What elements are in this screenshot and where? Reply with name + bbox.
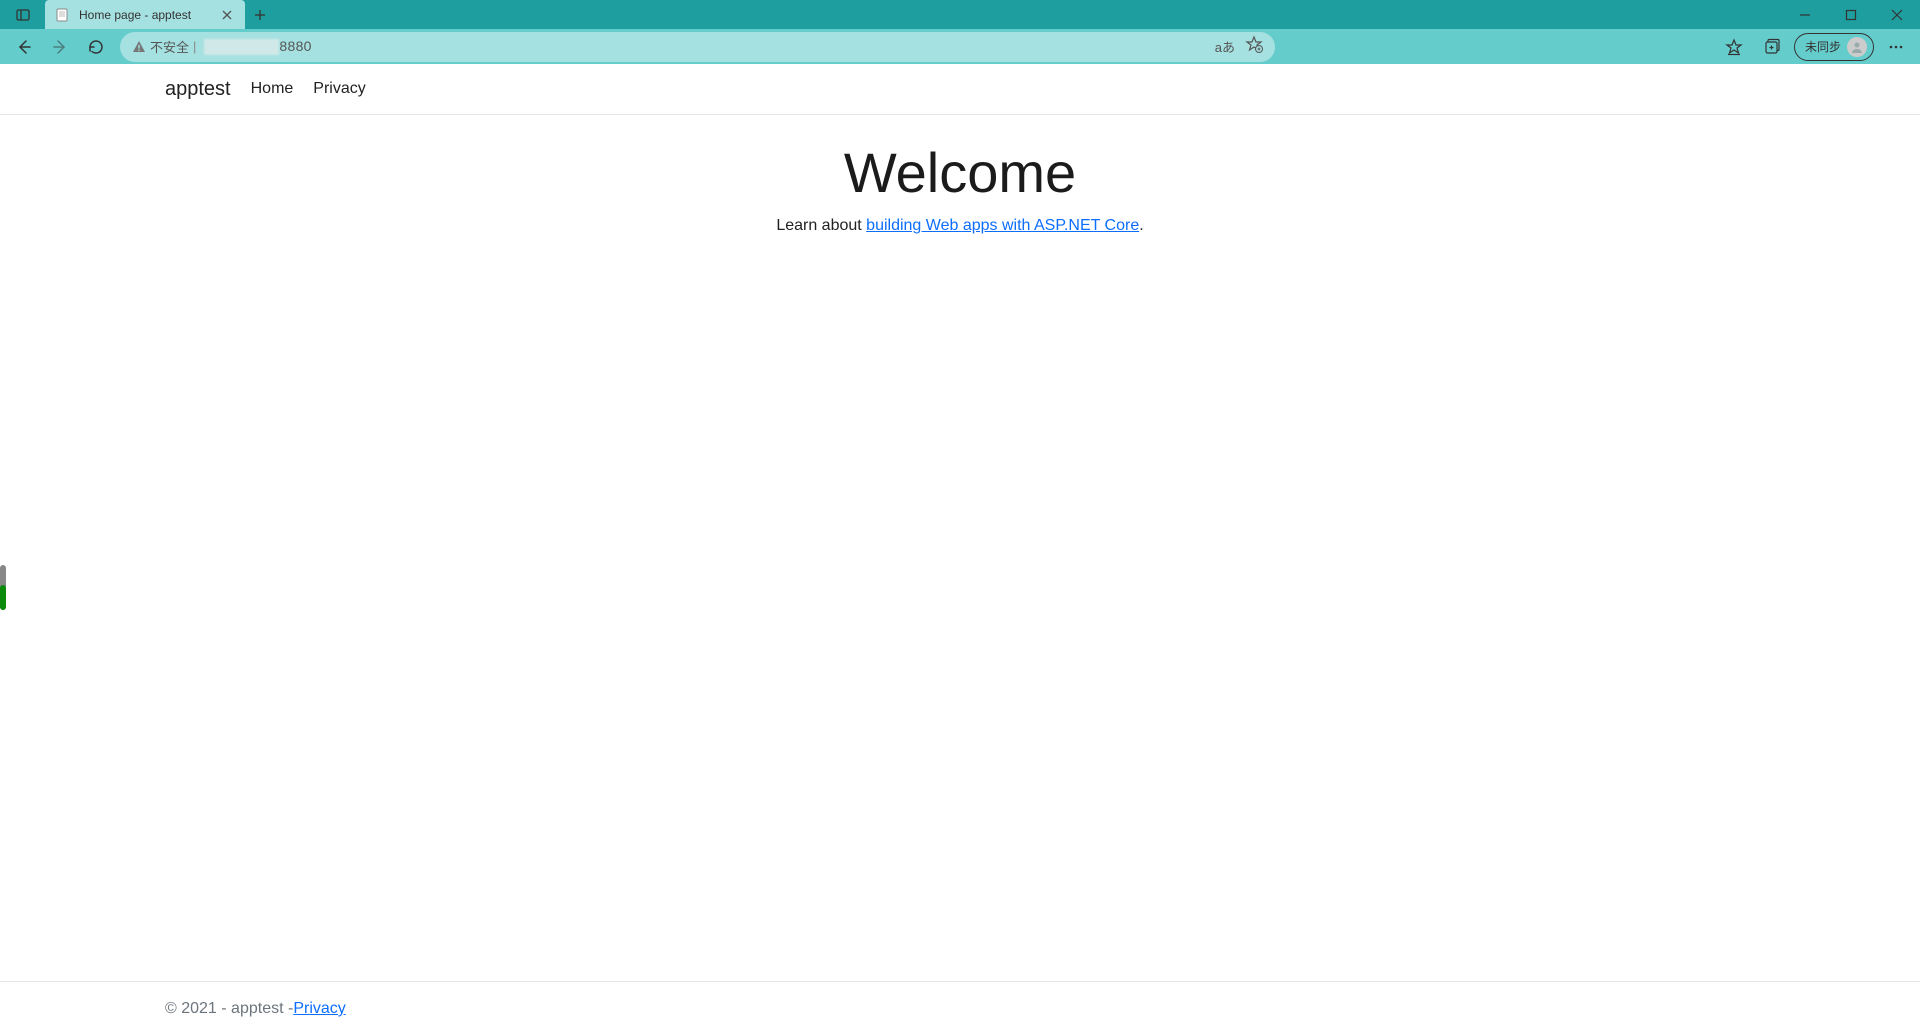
security-label: 不安全 [150, 37, 189, 56]
new-tab-button[interactable] [245, 0, 275, 29]
close-icon [1891, 9, 1903, 21]
window-controls [1782, 0, 1920, 29]
collections-icon [1763, 38, 1781, 56]
tab-actions-button[interactable] [0, 0, 45, 29]
edge-indicator-green [0, 585, 6, 610]
page-main: Welcome Learn about building Web apps wi… [0, 115, 1920, 981]
footer-privacy-link[interactable]: Privacy [293, 1000, 345, 1018]
tab-title: Home page - apptest [79, 8, 211, 22]
star-line-icon [1725, 38, 1743, 56]
url-host-blurred [204, 39, 279, 55]
browser-toolbar: 不安全 | 8880 aあ [0, 29, 1920, 64]
welcome-subtext: Learn about building Web apps with ASP.N… [0, 217, 1920, 235]
plus-icon [254, 9, 266, 21]
warning-icon [132, 40, 146, 54]
arrow-right-icon [51, 38, 69, 56]
footer-copyright: © 2021 - apptest - [165, 1000, 293, 1018]
tab-actions-icon [15, 7, 31, 23]
lead-link[interactable]: building Web apps with ASP.NET Core [866, 217, 1139, 234]
avatar [1847, 37, 1867, 57]
titlebar-left: Home page - apptest [0, 0, 275, 29]
forward-button[interactable] [44, 31, 76, 63]
browser-titlebar: Home page - apptest [0, 0, 1920, 29]
profile-label: 未同步 [1805, 38, 1841, 55]
page-navbar: apptest Home Privacy [0, 64, 1920, 115]
nav-link-privacy[interactable]: Privacy [313, 80, 365, 98]
address-bar[interactable]: 不安全 | 8880 aあ [120, 32, 1275, 62]
profile-button[interactable]: 未同步 [1794, 33, 1874, 61]
lead-prefix: Learn about [776, 217, 866, 234]
maximize-button[interactable] [1828, 0, 1874, 29]
arrow-left-icon [15, 38, 33, 56]
url-display: 8880 [204, 38, 311, 55]
brand-link[interactable]: apptest [165, 78, 231, 101]
security-badge[interactable]: 不安全 | [132, 37, 196, 56]
favorite-star-button[interactable] [1245, 35, 1263, 58]
refresh-button[interactable] [80, 31, 112, 63]
back-button[interactable] [8, 31, 40, 63]
more-button[interactable] [1880, 31, 1912, 63]
close-icon [222, 10, 232, 20]
page-footer: © 2021 - apptest - Privacy [0, 981, 1920, 1036]
translate-button[interactable]: aあ [1215, 37, 1235, 56]
minimize-button[interactable] [1782, 0, 1828, 29]
minimize-icon [1799, 9, 1811, 21]
url-port: 8880 [279, 38, 311, 54]
person-icon [1850, 40, 1864, 54]
tab-favicon [55, 7, 71, 23]
refresh-icon [87, 38, 105, 56]
welcome-heading: Welcome [0, 140, 1920, 205]
tab-close-button[interactable] [219, 7, 235, 23]
nav-link-home[interactable]: Home [251, 80, 294, 98]
toolbar-right: 未同步 [1718, 31, 1912, 63]
browser-tab[interactable]: Home page - apptest [45, 0, 245, 29]
page-content: apptest Home Privacy Welcome Learn about… [0, 64, 1920, 1036]
close-window-button[interactable] [1874, 0, 1920, 29]
maximize-icon [1845, 9, 1857, 21]
collections-button[interactable] [1756, 31, 1788, 63]
address-bar-right: aあ [1215, 35, 1263, 58]
lead-suffix: . [1139, 217, 1143, 234]
more-horizontal-icon [1887, 38, 1905, 56]
star-add-icon [1245, 35, 1263, 53]
favorites-button[interactable] [1718, 31, 1750, 63]
